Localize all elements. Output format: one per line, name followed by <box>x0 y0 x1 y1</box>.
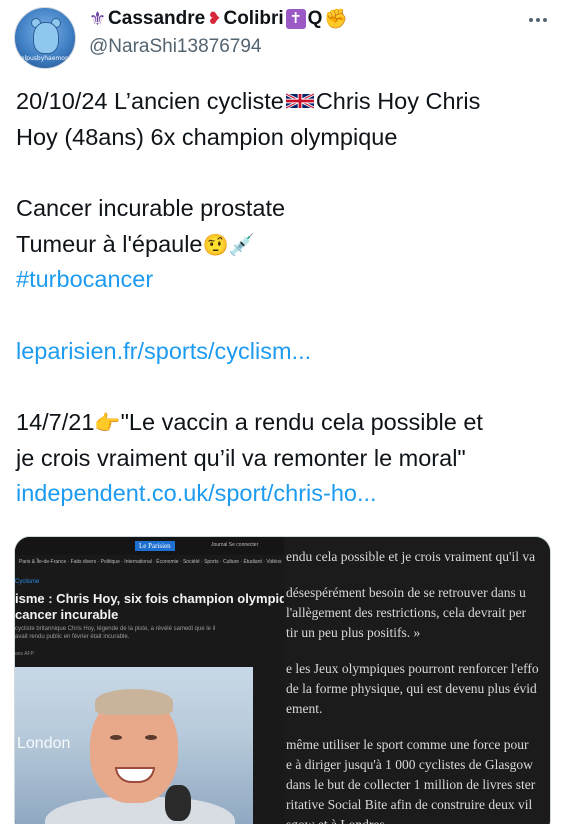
article-photo: London <box>15 667 253 824</box>
leparisien-logo: Le Parisien <box>135 541 175 551</box>
raised-fist-icon: ✊ <box>324 7 349 30</box>
leparisien-link[interactable]: leparisien.fr/sports/cyclism... <box>16 334 556 370</box>
heart-bird-icon: ❥ <box>207 8 222 29</box>
tweet-line-2: Hoy (48ans) 6x champion olympique <box>16 123 398 150</box>
excerpt-gap <box>286 567 550 583</box>
independent-link[interactable]: independent.co.uk/sport/chris-ho... <box>16 476 556 512</box>
photo-eye <box>145 735 157 740</box>
article-title: isme : Chris Hoy, six fois champion olym… <box>15 591 284 623</box>
excerpt-line: même utiliser le sport comme une force p… <box>285 737 529 752</box>
photo-hair <box>95 689 173 715</box>
tweet-line-4: Tumeur à l'épaule🤨💉 <box>16 227 556 263</box>
avatar-caption: helpusbyhaemophilia.com <box>17 55 76 62</box>
tweet-text: 20/10/24 L’ancien cycliste Chris Hoy Chr… <box>16 84 556 512</box>
excerpt-line: e les Jeux olympiques pourront renforcer… <box>285 661 539 676</box>
article-excerpt: endu cela possible et je crois vraiment … <box>286 547 550 824</box>
tweet-line-6: je crois vraiment qu’il va remonter le m… <box>16 444 466 471</box>
article-title-line: isme : Chris Hoy, six fois champion olym… <box>15 591 284 606</box>
more-dot <box>536 18 540 22</box>
user-handle[interactable]: @NaraShi13876794 <box>89 36 261 58</box>
tweet-line-4-text: Tumeur à l'épaule <box>16 230 203 257</box>
tweet-header: helpusbyhaemophilia.com ⚜ Cassandre ❥ Co… <box>0 0 563 80</box>
excerpt-line: ement. <box>285 701 323 716</box>
display-name[interactable]: Cassandre <box>108 8 205 30</box>
photo-eye <box>110 735 122 740</box>
tweet-spacer <box>16 155 556 191</box>
article-byline: ans AFP <box>15 651 34 657</box>
more-dot <box>543 18 547 22</box>
cross-icon: ✝ <box>285 9 306 29</box>
tweet-line-1-pre: 20/10/24 L’ancien cycliste <box>16 88 284 114</box>
uk-flag-icon <box>285 92 314 110</box>
photo-background-text: London <box>17 735 71 752</box>
excerpt-line: de la forme physique, qui est devenu plu… <box>285 681 537 696</box>
leparisien-topbar: Le Parisien Journal Se connecter <box>15 537 284 555</box>
display-name-suffix[interactable]: Colibri <box>223 8 283 30</box>
article-title-line: cancer incurable <box>15 607 119 622</box>
leparisien-nav: Paris & Île-de-France · Faits divers · P… <box>19 559 282 565</box>
leparisien-header-right: Journal Se connecter <box>211 542 259 548</box>
microphone-icon <box>165 785 191 821</box>
tweet-line-1-post: Chris Hoy Chris <box>315 88 481 114</box>
pointing-right-icon: 👉 <box>94 411 121 435</box>
excerpt-line: tir un peu plus positifs. » <box>285 625 421 640</box>
tweet-line-5-pre: 14/7/21 <box>16 409 95 435</box>
excerpt-line: dans le but de collecter 1 million de li… <box>285 777 536 792</box>
fleur-de-lis-icon: ⚜ <box>89 7 107 30</box>
excerpt-line: ritative Social Bite afin de construire … <box>285 797 533 812</box>
display-name-end[interactable]: Q <box>308 8 323 30</box>
tweet-line-5-post: "Le vaccin a rendu cela possible et <box>120 409 483 435</box>
excerpt-line: sgow et à Londres. <box>286 815 550 824</box>
more-horizontal-icon[interactable] <box>521 5 555 35</box>
tweet-spacer <box>16 298 556 334</box>
tweet-line-3: Cancer incurable prostate <box>16 195 286 221</box>
article-category: Cyclisme <box>15 579 40 585</box>
more-dot <box>529 18 533 22</box>
tweet-spacer <box>16 369 556 405</box>
excerpt-gap <box>286 719 550 735</box>
excerpt-gap <box>286 643 550 659</box>
avatar[interactable]: helpusbyhaemophilia.com <box>14 7 76 69</box>
tweet-line: 20/10/24 L’ancien cycliste Chris Hoy Chr… <box>16 84 556 120</box>
excerpt-line: e à diriger jusqu'à 1 000 cyclistes de G… <box>285 757 533 772</box>
media-attachments[interactable]: Le Parisien Journal Se connecter Paris &… <box>14 536 551 824</box>
avatar-bear <box>33 22 59 54</box>
raised-eyebrow-syringe-icon: 🤨💉 <box>202 232 255 257</box>
excerpt-line: l'allègement des restrictions, cela devr… <box>285 605 527 620</box>
media-image-leparisien[interactable]: Le Parisien Journal Se connecter Paris &… <box>15 537 284 824</box>
excerpt-line: endu cela possible et je crois vraiment … <box>285 549 536 564</box>
display-name-row[interactable]: ⚜ Cassandre ❥ Colibri ✝ Q ✊ <box>89 6 348 32</box>
tweet-line-5: 14/7/21👉"Le vaccin a rendu cela possible… <box>16 405 556 441</box>
excerpt-line: désespérément besoin de se retrouver dan… <box>285 585 526 600</box>
article-subtitle: cycliste britannique Chris Hoy, légende … <box>15 626 216 640</box>
media-image-article-text[interactable]: endu cela possible et je crois vraiment … <box>285 537 550 824</box>
hashtag-link[interactable]: #turbocancer <box>16 262 556 298</box>
